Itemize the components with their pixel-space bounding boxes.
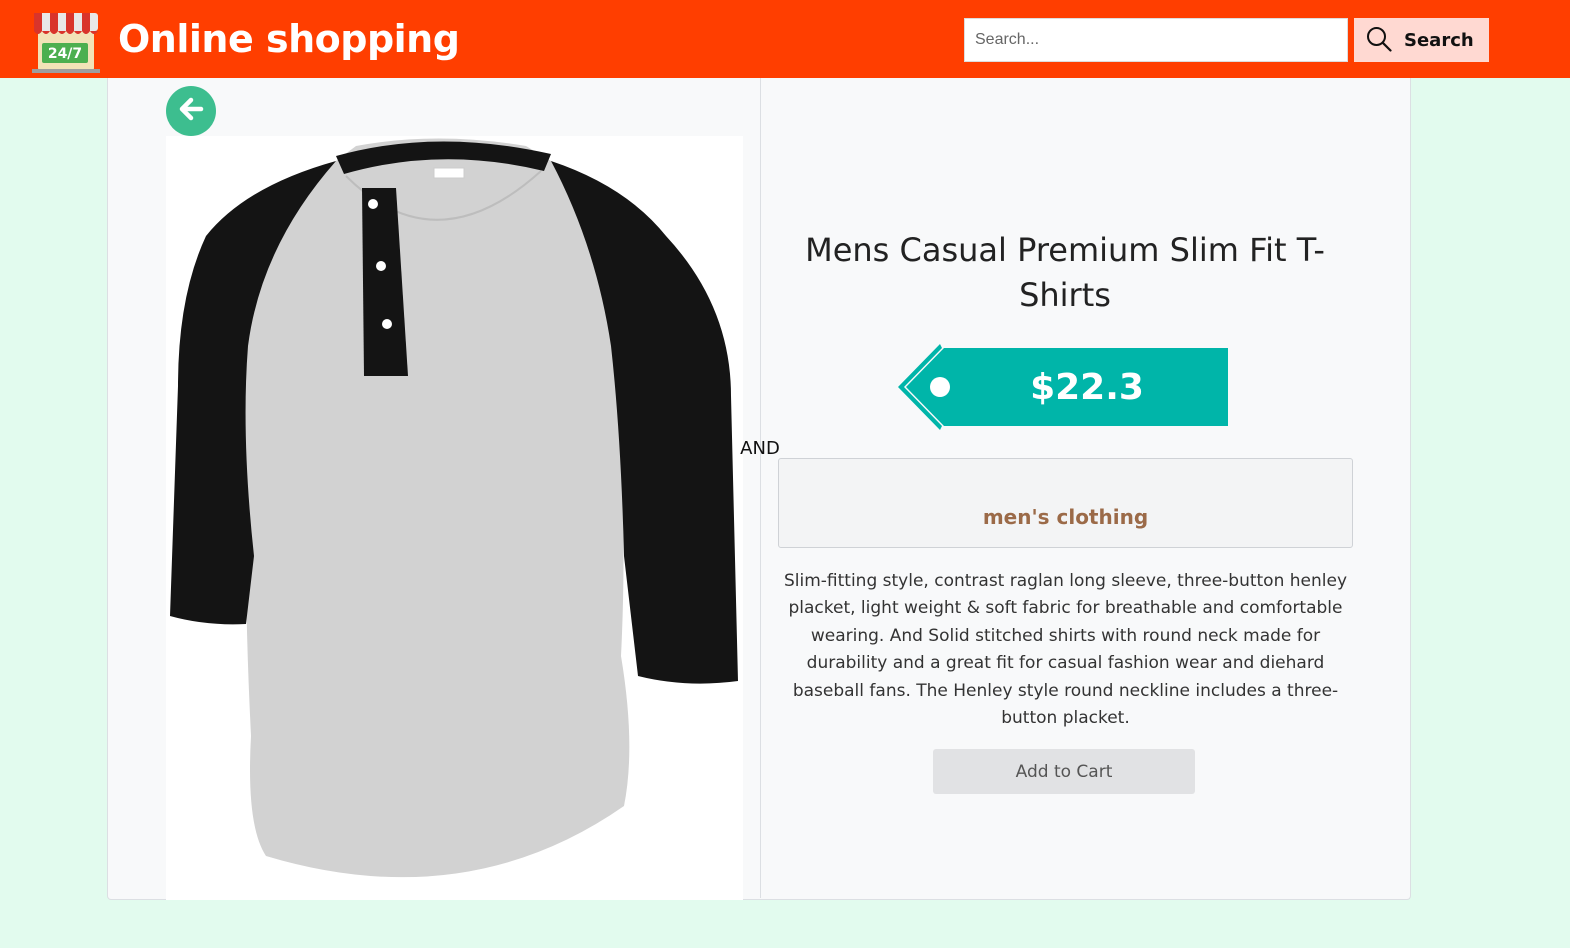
svg-text:24/7: 24/7 xyxy=(48,46,82,62)
category-box: men's clothing xyxy=(778,458,1353,548)
product-title: Mens Casual Premium Slim Fit T-Shirts xyxy=(805,231,1325,314)
product-price: $22.3 xyxy=(1030,366,1144,408)
arrow-left-icon xyxy=(177,95,205,128)
header-bar: 24/7 Online shopping Search xyxy=(0,0,1570,78)
product-card: AND Mens Casual Premium Slim Fit T-Shirt… xyxy=(107,78,1411,900)
product-description: Slim-fitting style, contrast raglan long… xyxy=(783,571,1348,729)
product-category: men's clothing xyxy=(982,505,1149,529)
shop-24-7-icon[interactable]: 24/7 xyxy=(32,5,100,73)
product-image xyxy=(166,136,743,900)
column-divider xyxy=(760,78,761,898)
back-button[interactable] xyxy=(166,86,216,136)
search-button-label: Search xyxy=(1404,29,1474,51)
app-title: Online shopping xyxy=(118,17,460,61)
search-button[interactable]: Search xyxy=(1354,18,1489,62)
search-icon xyxy=(1366,26,1392,55)
separator-text: AND xyxy=(740,438,780,459)
search-input[interactable] xyxy=(964,18,1348,62)
add-to-cart-button[interactable]: Add to Cart xyxy=(933,749,1195,794)
